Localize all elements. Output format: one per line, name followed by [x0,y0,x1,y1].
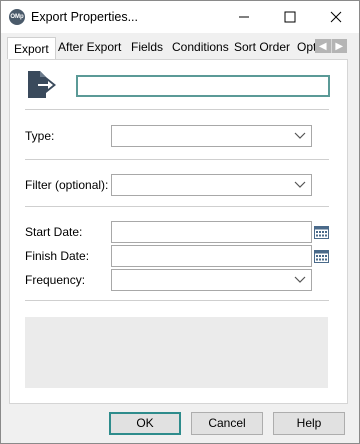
close-icon [330,11,342,23]
calendar-icon[interactable] [314,225,329,239]
frequency-label: Frequency: [25,273,86,287]
cancel-button[interactable]: Cancel [191,412,263,435]
separator [25,206,329,207]
tab-options[interactable]: Options [297,40,315,54]
finish-date-input[interactable] [111,245,312,267]
tab-export[interactable]: Export [7,37,56,59]
separator [25,109,329,110]
start-date-input[interactable] [111,221,312,243]
finish-date-label: Finish Date: [25,249,90,263]
tab-conditions[interactable]: Conditions [172,40,229,54]
close-button[interactable] [313,1,359,33]
description-area [25,317,328,388]
separator [25,300,329,301]
start-date-label: Start Date: [25,225,83,239]
maximize-icon [284,11,296,23]
tab-options-clip: Options [295,33,315,59]
separator [25,159,329,160]
chevron-right-icon: ▶ [335,40,344,52]
chevron-down-icon [294,276,306,283]
export-properties-window: OMp Export Properties... Export After Ex… [0,0,360,444]
export-name-input[interactable] [76,75,330,97]
type-label: Type: [25,129,55,143]
frequency-dropdown[interactable] [111,269,312,291]
minimize-button[interactable] [221,1,267,33]
ok-button[interactable]: OK [109,412,181,435]
chevron-left-icon: ◀ [318,40,327,52]
chevron-down-icon [294,181,306,188]
tab-sort-order[interactable]: Sort Order [234,40,290,54]
minimize-icon [239,16,249,18]
tab-scroll-left-button[interactable]: ◀ [315,39,331,53]
calendar-icon[interactable] [314,249,329,263]
tab-after-export[interactable]: After Export [58,40,121,54]
filter-dropdown[interactable] [111,174,312,196]
app-logo-icon: OMp [9,9,25,25]
title-bar: OMp Export Properties... [1,1,359,33]
tab-scroll-buttons: ◀ ▶ [315,39,347,53]
help-button[interactable]: Help [273,412,345,435]
tab-fields[interactable]: Fields [131,40,163,54]
chevron-down-icon [294,132,306,139]
maximize-button[interactable] [267,1,313,33]
tab-scroll-right-button[interactable]: ▶ [330,39,348,53]
window-title: Export Properties... [31,10,138,24]
export-arrow-icon [28,71,56,98]
type-dropdown[interactable] [111,125,312,147]
filter-label: Filter (optional): [25,178,109,192]
